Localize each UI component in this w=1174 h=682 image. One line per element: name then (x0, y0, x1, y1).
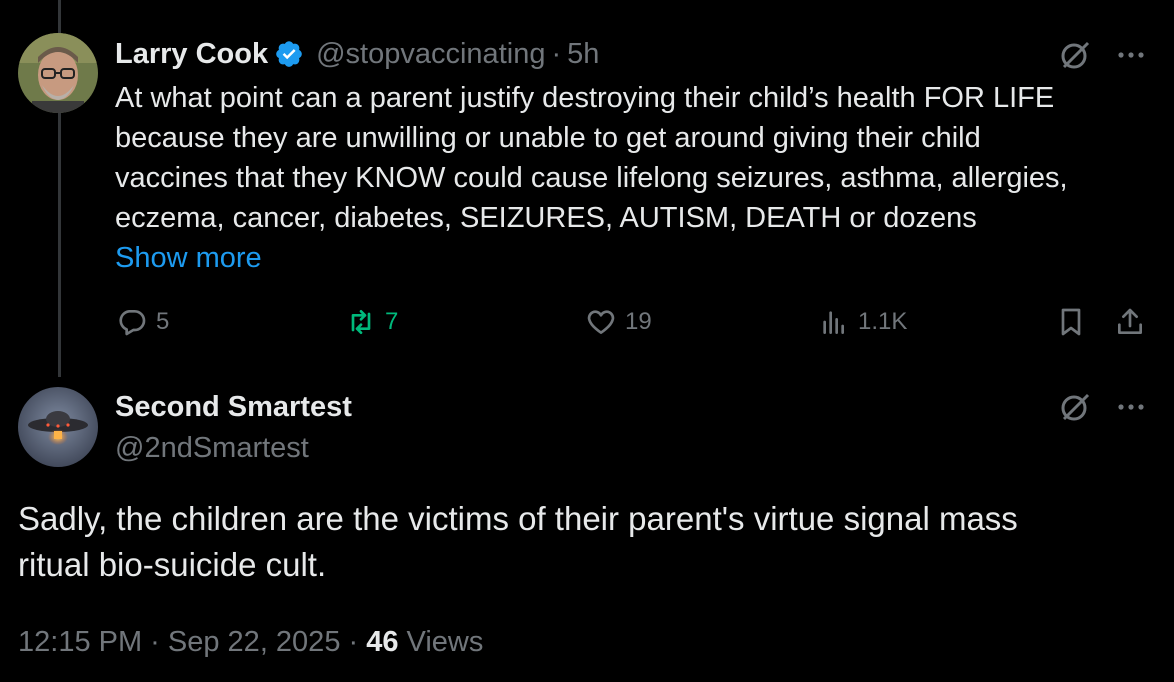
tweet-text-line: eczema, cancer, diabetes, SEIZURES, AUTI… (115, 202, 977, 234)
author-handle[interactable]: @stopvaccinating (316, 38, 545, 71)
share-button[interactable] (1114, 300, 1146, 344)
author-handle[interactable]: @2ndSmartest (115, 428, 352, 468)
views-count: 1.1K (858, 308, 908, 335)
avatar[interactable] (18, 387, 98, 467)
grok-icon[interactable] (1058, 390, 1092, 424)
more-icon[interactable] (1114, 390, 1148, 424)
tweet-text-line: At what point can a parent justify destr… (115, 82, 1055, 114)
tweet-meta: 12:15 PM · Sep 22, 2025 · 46 Views (18, 622, 483, 662)
like-count: 19 (625, 308, 652, 335)
tweet-text-line: because they are unwilling or unable to … (115, 122, 981, 154)
bookmark-icon (1061, 308, 1081, 336)
reply-header: Second Smartest @2ndSmartest (115, 386, 352, 468)
repost-button[interactable]: 7 (345, 300, 398, 344)
views-button[interactable]: 1.1K (818, 300, 907, 344)
reply-text-line: ritual bio-suicide cult. (18, 546, 327, 583)
separator: · (551, 37, 562, 70)
views-count: 46 (366, 626, 399, 658)
tweet-text: At what point can a parent justify destr… (115, 78, 1155, 238)
like-button[interactable]: 19 (585, 300, 652, 344)
time-ago[interactable]: 5h (567, 38, 599, 71)
like-icon (587, 310, 615, 334)
verified-badge-icon (276, 41, 302, 67)
tweet-text-line: vaccines that they KNOW could cause life… (115, 162, 1068, 194)
tweet-header: Larry Cook @stopvaccinating · 5h (115, 34, 599, 74)
reply-text: Sadly, the children are the victims of t… (18, 496, 1158, 588)
author-name[interactable]: Larry Cook (115, 38, 268, 71)
author-name[interactable]: Second Smartest (115, 386, 352, 428)
avatar[interactable] (18, 33, 98, 113)
grok-icon[interactable] (1058, 38, 1092, 72)
reply-icon (119, 310, 146, 336)
reply-button[interactable]: 5 (116, 300, 169, 344)
repost-icon (351, 310, 371, 334)
reply-text-line: Sadly, the children are the victims of t… (18, 500, 1018, 537)
more-icon[interactable] (1114, 38, 1148, 72)
views-icon (823, 311, 844, 334)
show-more-link[interactable]: Show more (115, 238, 262, 278)
bookmark-button[interactable] (1055, 300, 1087, 344)
repost-count: 7 (385, 308, 399, 335)
timestamp[interactable]: 12:15 PM · Sep 22, 2025 · (18, 626, 366, 658)
views-label: Views (398, 626, 484, 658)
reply-count: 5 (156, 308, 170, 335)
share-icon (1118, 308, 1142, 334)
